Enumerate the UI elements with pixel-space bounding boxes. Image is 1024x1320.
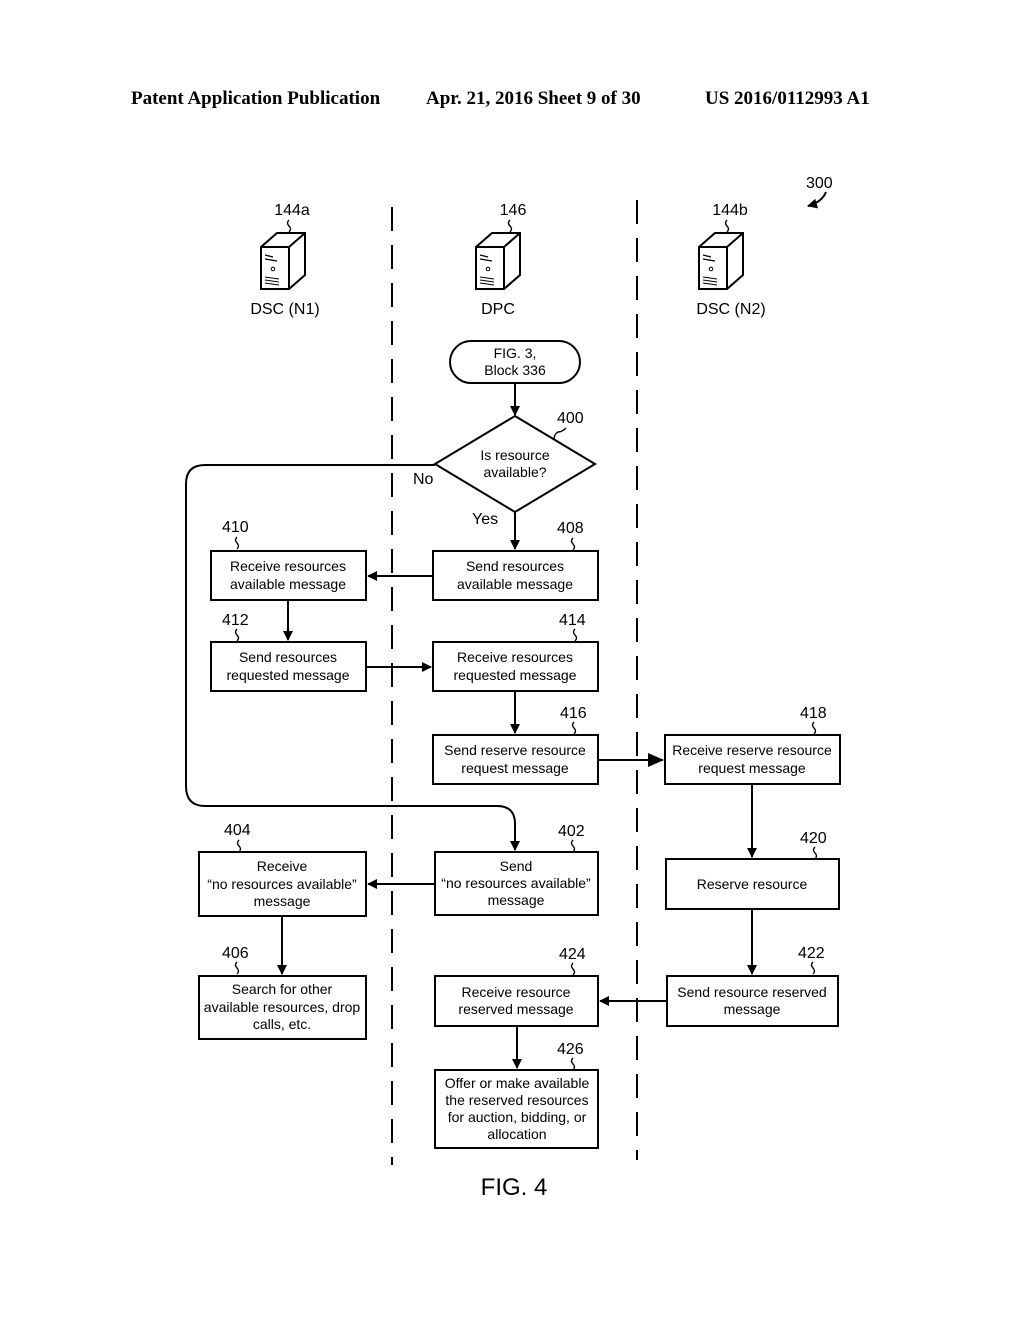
svg-text:available message: available message bbox=[230, 576, 346, 592]
svg-text:“no resources available”: “no resources available” bbox=[441, 875, 591, 891]
block-414: Receive resources requested message 414 bbox=[432, 612, 599, 692]
ref-leader bbox=[724, 219, 730, 233]
svg-text:the reserved resources: the reserved resources bbox=[445, 1092, 588, 1108]
svg-text:422: 422 bbox=[798, 945, 825, 962]
svg-text:available?: available? bbox=[483, 464, 546, 480]
svg-text:Is resource: Is resource bbox=[480, 447, 549, 463]
svg-text:“no resources available”: “no resources available” bbox=[207, 876, 357, 892]
svg-text:available message: available message bbox=[457, 576, 573, 592]
lane-label: DPC bbox=[481, 301, 515, 318]
svg-text:Send resource reserved: Send resource reserved bbox=[677, 984, 826, 1000]
svg-text:Send resources: Send resources bbox=[466, 558, 564, 574]
lane-ref: 144a bbox=[274, 202, 310, 219]
lane-dsc-n1: 144a DSC (N1) bbox=[250, 202, 319, 318]
ref-leader bbox=[286, 219, 292, 233]
block-404: Receive “no resources available” message… bbox=[198, 822, 367, 917]
svg-text:412: 412 bbox=[222, 612, 249, 629]
lane-dpc: 146 DPC bbox=[475, 202, 527, 318]
server-icon bbox=[260, 232, 306, 290]
lane-ref: 144b bbox=[712, 202, 748, 219]
svg-text:404: 404 bbox=[224, 822, 251, 839]
decision-400: Is resource available? 400 bbox=[433, 410, 597, 514]
svg-text:for auction, bidding, or: for auction, bidding, or bbox=[448, 1109, 587, 1125]
svg-text:414: 414 bbox=[559, 612, 586, 629]
svg-text:Block 336: Block 336 bbox=[484, 362, 546, 378]
svg-text:Reserve resource: Reserve resource bbox=[697, 876, 808, 892]
svg-text:424: 424 bbox=[559, 946, 586, 963]
yes-label: Yes bbox=[472, 511, 498, 528]
svg-text:Receive resources: Receive resources bbox=[230, 558, 346, 574]
svg-text:requested message: requested message bbox=[454, 667, 577, 683]
svg-text:Offer or make available: Offer or make available bbox=[445, 1075, 590, 1091]
svg-text:Receive resource: Receive resource bbox=[462, 984, 571, 1000]
figure-caption: FIG. 4 bbox=[481, 1174, 548, 1201]
decision-ref: 400 bbox=[557, 410, 584, 427]
svg-text:418: 418 bbox=[800, 705, 827, 722]
block-410: Receive resources available message 410 bbox=[210, 519, 367, 601]
lane-dsc-n2: 144b DSC (N2) bbox=[696, 202, 765, 318]
flowchart-diagram: 300 144a DSC (N1) 146 DPC 144b DSC (N2) … bbox=[185, 175, 841, 1201]
svg-text:426: 426 bbox=[557, 1041, 584, 1058]
svg-text:Send reserve resource: Send reserve resource bbox=[444, 742, 586, 758]
block-402: Send “no resources available” message 40… bbox=[434, 823, 599, 916]
start-terminator: FIG. 3, Block 336 bbox=[449, 340, 581, 384]
server-icon bbox=[475, 232, 521, 290]
svg-text:420: 420 bbox=[800, 830, 827, 847]
figure-ref-arrow bbox=[807, 191, 827, 209]
lane-label: DSC (N1) bbox=[250, 301, 319, 318]
block-424: Receive resource reserved message 424 bbox=[434, 946, 599, 1027]
svg-text:402: 402 bbox=[558, 823, 585, 840]
svg-text:Search for other: Search for other bbox=[232, 981, 333, 997]
svg-text:message: message bbox=[488, 892, 545, 908]
svg-text:FIG. 3,: FIG. 3, bbox=[494, 345, 537, 361]
svg-text:Receive reserve resource: Receive reserve resource bbox=[672, 742, 832, 758]
svg-text:reserved message: reserved message bbox=[458, 1001, 573, 1017]
svg-text:message: message bbox=[254, 893, 311, 909]
svg-text:406: 406 bbox=[222, 945, 249, 962]
server-icon bbox=[698, 232, 744, 290]
lane-ref: 146 bbox=[500, 202, 527, 219]
svg-text:Send: Send bbox=[500, 858, 533, 874]
svg-text:available resources, drop: available resources, drop bbox=[204, 999, 361, 1015]
svg-text:Receive: Receive bbox=[257, 858, 308, 874]
figure-ref-number: 300 bbox=[806, 175, 833, 192]
ref-leader bbox=[507, 219, 513, 233]
svg-text:request message: request message bbox=[461, 760, 569, 776]
svg-text:requested message: requested message bbox=[227, 667, 350, 683]
svg-text:Send resources: Send resources bbox=[239, 649, 337, 665]
svg-text:allocation: allocation bbox=[487, 1126, 546, 1142]
svg-text:Receive resources: Receive resources bbox=[457, 649, 573, 665]
block-418: Receive reserve resource request message… bbox=[664, 705, 841, 785]
svg-text:calls, etc.: calls, etc. bbox=[253, 1016, 311, 1032]
svg-text:410: 410 bbox=[222, 519, 249, 536]
lane-label: DSC (N2) bbox=[696, 301, 765, 318]
svg-text:request message: request message bbox=[698, 760, 806, 776]
no-label: No bbox=[413, 471, 434, 488]
svg-text:message: message bbox=[724, 1001, 781, 1017]
svg-text:416: 416 bbox=[560, 705, 587, 722]
svg-text:408: 408 bbox=[557, 520, 584, 537]
